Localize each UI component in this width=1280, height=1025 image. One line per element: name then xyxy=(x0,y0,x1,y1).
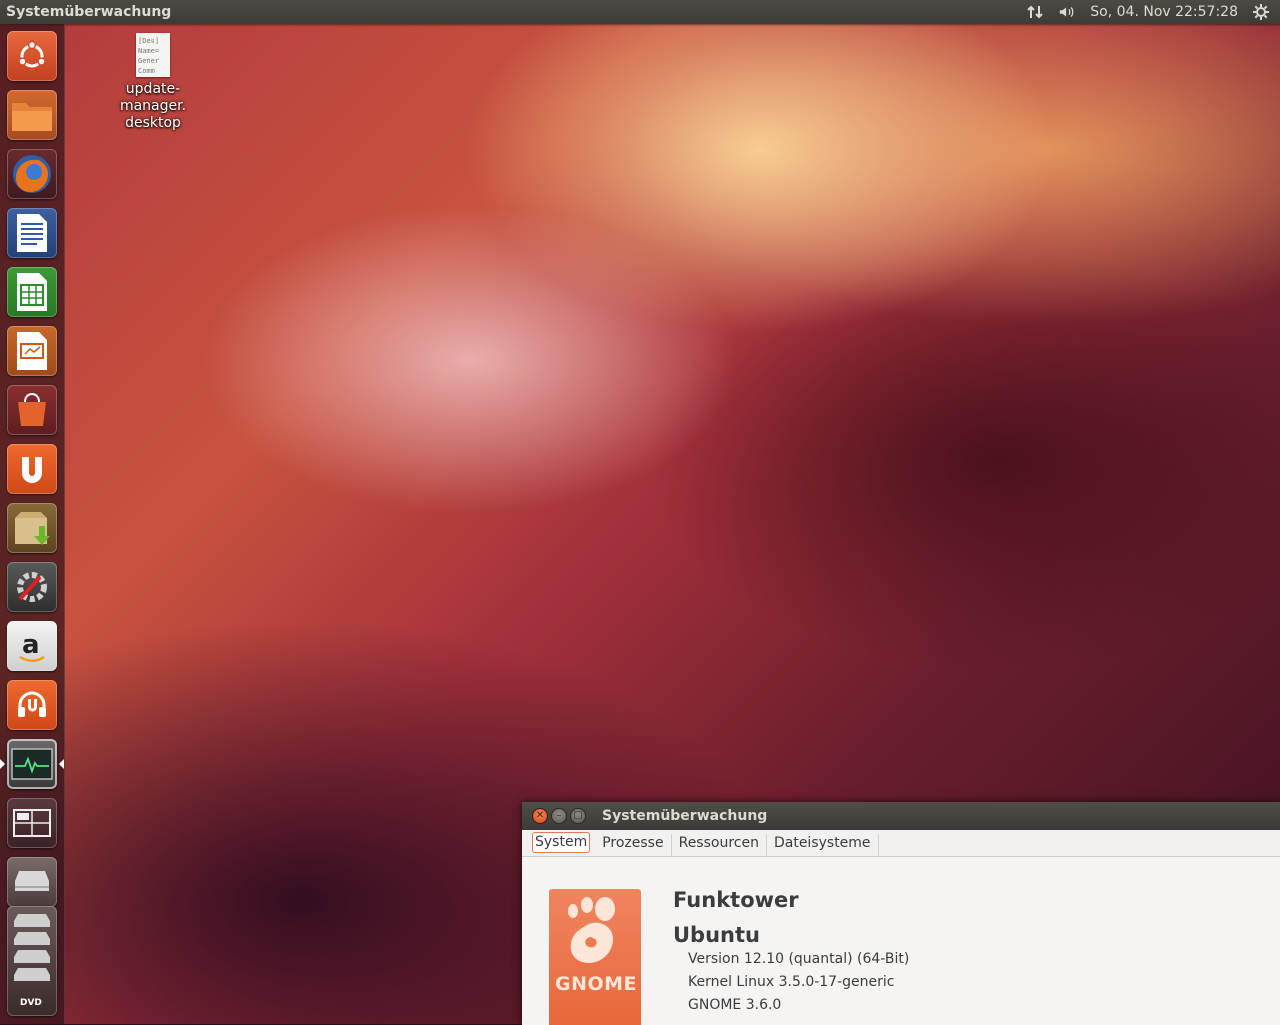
shopping-bag-icon xyxy=(12,390,52,430)
distro-name: Ubuntu xyxy=(673,923,760,947)
window-titlebar[interactable]: ✕ – □ Systemüberwachung xyxy=(522,802,1280,830)
active-indicator-right xyxy=(59,759,64,769)
file-preview-line: [Des] xyxy=(138,37,160,45)
launcher-calc[interactable] xyxy=(7,267,57,317)
impress-slide-icon xyxy=(15,330,49,372)
tab-bar: System Prozesse Ressourcen Dateisysteme xyxy=(522,830,1280,857)
tab-resources[interactable]: Ressourcen xyxy=(672,834,767,856)
close-icon: ✕ xyxy=(535,810,545,821)
desktop-file-label-line: desktop xyxy=(125,115,181,131)
file-preview-line: Comm xyxy=(138,67,155,75)
launcher-ubuntu-one-music[interactable] xyxy=(7,680,57,730)
launcher-ubuntu-one[interactable] xyxy=(7,444,57,494)
gnome-logo: GNOME xyxy=(549,889,641,1025)
launcher-amazon[interactable]: a xyxy=(7,621,57,671)
launcher-software-center[interactable] xyxy=(7,385,57,435)
launcher-drive[interactable] xyxy=(7,857,57,907)
pulse-monitor-icon xyxy=(11,748,53,780)
maximize-button[interactable]: □ xyxy=(570,808,586,824)
headphones-icon xyxy=(14,687,50,723)
active-indicator-left xyxy=(0,759,5,769)
tab-processes[interactable]: Prozesse xyxy=(595,834,672,856)
launcher: a DVD xyxy=(0,24,65,1024)
ubuntu-one-icon xyxy=(15,452,49,486)
kernel-text: Kernel Linux 3.5.0-17-generic xyxy=(688,974,895,990)
file-preview-line: Gener xyxy=(138,57,160,65)
system-monitor-window: ✕ – □ Systemüberwachung System Prozesse … xyxy=(522,802,1280,1025)
maximize-icon: □ xyxy=(573,810,583,821)
launcher-writer[interactable] xyxy=(7,208,57,258)
svg-text:DVD: DVD xyxy=(20,998,42,1008)
launcher-files[interactable] xyxy=(7,90,57,140)
launcher-firefox[interactable] xyxy=(7,149,57,199)
tab-filesystems[interactable]: Dateisysteme xyxy=(767,834,879,856)
launcher-impress[interactable] xyxy=(7,326,57,376)
volume-icon[interactable] xyxy=(1058,3,1076,21)
firefox-icon xyxy=(10,152,54,196)
minimize-icon: – xyxy=(556,810,562,821)
top-panel: Systemüberwachung So, 04. Nov 22:57:28 xyxy=(0,0,1280,24)
active-app-title: Systemüberwachung xyxy=(6,4,172,20)
text-file-icon: [Des] Name= Gener Comm xyxy=(136,33,170,77)
workspaces-icon xyxy=(13,809,51,837)
gnome-foot-icon xyxy=(557,895,627,975)
hard-drive-icon xyxy=(11,867,53,897)
desktop-file-label: update-manager. desktop xyxy=(93,81,213,132)
file-preview-line: Name= xyxy=(138,47,160,55)
minimize-button[interactable]: – xyxy=(551,808,567,824)
version-text: Version 12.10 (quantal) (64-Bit) xyxy=(688,951,910,967)
device-stack-icon: DVD xyxy=(10,911,54,1011)
launcher-system-settings[interactable] xyxy=(7,562,57,612)
svg-text:a: a xyxy=(22,630,40,660)
system-info: Funktower Ubuntu Version 12.10 (quantal)… xyxy=(673,887,909,1017)
desktop-file-label-line: update-manager. xyxy=(119,81,187,114)
tab-system[interactable]: System xyxy=(532,832,591,853)
launcher-update-manager[interactable] xyxy=(7,503,57,553)
window-title: Systemüberwachung xyxy=(602,808,768,824)
close-button[interactable]: ✕ xyxy=(532,808,548,824)
launcher-system-monitor[interactable] xyxy=(7,739,57,789)
amazon-icon: a xyxy=(14,628,50,664)
launcher-workspace-switcher[interactable] xyxy=(7,798,57,848)
system-tab-content: GNOME Funktower Ubuntu Version 12.10 (qu… xyxy=(522,857,1280,1025)
dash-home-button[interactable] xyxy=(7,31,57,81)
network-icon[interactable] xyxy=(1026,3,1044,21)
calc-sheet-icon xyxy=(15,271,49,313)
clock[interactable]: So, 04. Nov 22:57:28 xyxy=(1090,4,1238,20)
gnome-version-text: GNOME 3.6.0 xyxy=(688,997,782,1013)
package-download-icon xyxy=(11,508,53,548)
wrench-gear-icon xyxy=(12,567,52,607)
hostname: Funktower xyxy=(673,888,799,912)
desktop-file-update-manager[interactable]: [Des] Name= Gener Comm update-manager. d… xyxy=(93,33,213,132)
indicator-area: So, 04. Nov 22:57:28 xyxy=(1026,3,1270,21)
folder-icon xyxy=(10,97,54,133)
ubuntu-logo-icon xyxy=(15,39,49,73)
writer-doc-icon xyxy=(15,212,49,254)
launcher-stacked-devices[interactable]: DVD xyxy=(7,906,57,1016)
gear-icon[interactable] xyxy=(1252,3,1270,21)
gnome-logo-text: GNOME xyxy=(555,973,638,995)
